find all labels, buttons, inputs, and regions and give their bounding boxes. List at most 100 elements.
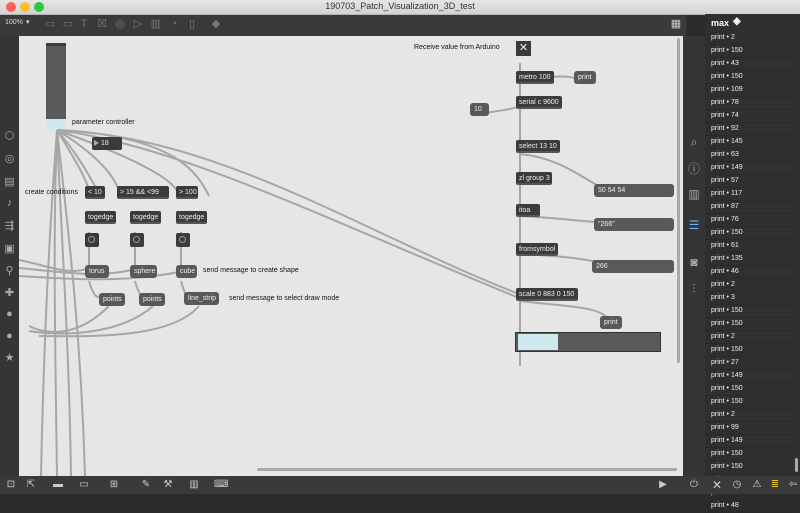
right-sidebar: ⌕ ⓘ ▥ ☰ ◙ ⫶ [683, 36, 705, 476]
condition-less-than[interactable]: < 10 [85, 186, 105, 199]
power-icon[interactable]: ⏻ [688, 479, 700, 491]
itoa-object[interactable]: itoa [516, 204, 540, 217]
grid-icon[interactable]: ▦ [670, 18, 682, 30]
output-slider[interactable] [515, 332, 661, 352]
console-row: print • 109 [705, 84, 793, 97]
cube-icon[interactable]: ⬡ [3, 130, 16, 143]
zoom-dropdown-icon[interactable]: ▾ [26, 18, 30, 26]
console-row: print • 149 [705, 370, 793, 383]
info-icon[interactable]: ⓘ [687, 162, 701, 176]
slider-icon[interactable]: ▥ [150, 18, 162, 30]
togedge-3[interactable]: togedge [176, 211, 207, 224]
toggle-icon[interactable]: ☒ [96, 18, 108, 30]
lock-icon[interactable]: ⊡ [5, 479, 17, 491]
torus-message[interactable]: torus [85, 265, 109, 278]
wrench-icon[interactable]: ⚒ [162, 479, 174, 491]
console-scrollbar[interactable] [795, 458, 798, 472]
target-icon[interactable]: ◎ [3, 153, 16, 166]
print-object-2[interactable]: print [600, 316, 622, 329]
sphere-message[interactable]: sphere [130, 265, 157, 278]
presentation-icon[interactable]: ⇱ [25, 479, 37, 491]
branch-icon[interactable]: ⇶ [3, 220, 16, 233]
condition-greater-than[interactable]: > 100 [176, 186, 198, 199]
condition-range[interactable]: > 15 && <99 [117, 186, 169, 199]
button-icon[interactable]: ◎ [114, 18, 126, 30]
points-message-2[interactable]: points [139, 293, 165, 306]
select-object[interactable]: select 13 10 [516, 140, 560, 153]
print-object-1[interactable]: print [574, 71, 596, 84]
console-row: print • 27 [705, 357, 793, 370]
horizontal-scrollbar[interactable] [257, 468, 677, 471]
camera-icon[interactable]: ◙ [687, 255, 701, 269]
back-arrow-icon[interactable]: ⇦ [787, 479, 799, 491]
clear-icon[interactable]: ✕ [711, 479, 723, 491]
message-value[interactable]: 266 [592, 260, 674, 273]
film-icon[interactable]: ▤ [3, 176, 16, 189]
windows-icon[interactable]: ▭ [78, 479, 90, 491]
serial-object[interactable]: serial c 9600 [516, 96, 562, 109]
console-target-icon[interactable]: ◈ [733, 16, 741, 27]
console-row: print • 48 [705, 500, 793, 513]
number-box[interactable]: 18 [92, 137, 122, 150]
paint-icon[interactable]: ◆ [210, 18, 222, 30]
console-row: print • 87 [705, 201, 793, 214]
togedge-1[interactable]: togedge [85, 211, 116, 224]
togedge-2[interactable]: togedge [130, 211, 161, 224]
console-list-icon[interactable]: ☰ [687, 218, 701, 232]
transport-play-icon[interactable]: ▶ [657, 479, 669, 491]
zoom-level[interactable]: 100% [5, 19, 23, 26]
warning-icon[interactable]: ⚠ [751, 479, 763, 491]
points-message-1[interactable]: points [99, 293, 125, 306]
message-list[interactable]: 50 54 54 [594, 184, 674, 197]
circle-icon[interactable]: ● [3, 308, 16, 321]
console-row: print • 150 [705, 396, 793, 409]
line-strip-message[interactable]: line_strip [184, 292, 219, 305]
console-row: print • 3 [705, 292, 793, 305]
bang-button-2[interactable] [130, 233, 144, 247]
book-icon[interactable]: ▥ [687, 187, 701, 201]
vertical-scrollbar[interactable] [677, 38, 680, 363]
clock-icon[interactable]: ◷ [731, 479, 743, 491]
message-icon[interactable]: ▭ [62, 18, 74, 30]
image-icon[interactable]: ▣ [3, 243, 16, 256]
parameter-controller-comment: parameter controller [72, 119, 135, 126]
debug-icon[interactable]: ✎ [140, 479, 152, 491]
grid-snap-icon[interactable]: ⊞ [108, 479, 120, 491]
parameter-slider[interactable] [46, 43, 66, 129]
console-row: print • 150 [705, 305, 793, 318]
conditions-comment: create conditions [25, 189, 78, 196]
scale-object[interactable]: scale 0 883 0 150 [516, 288, 578, 301]
metro-object[interactable]: metro 100 [516, 71, 554, 84]
cube-message[interactable]: cube [176, 265, 197, 278]
search-icon[interactable]: ⌕ [687, 135, 701, 149]
message-string[interactable]: "266" [594, 218, 674, 231]
bang-button-3[interactable] [176, 233, 190, 247]
star-icon[interactable]: ★ [3, 352, 16, 365]
chat-icon[interactable]: ▬ [52, 479, 64, 491]
fromsymbol-object[interactable]: fromsymbol [516, 243, 558, 256]
number-icon[interactable]: ▯ [186, 18, 198, 30]
dial-icon[interactable]: ◔ [168, 18, 180, 30]
console-row: print • 92 [705, 123, 793, 136]
zl-group-object[interactable]: zl group 3 [516, 172, 552, 185]
level-icon[interactable]: ≣ [769, 479, 781, 491]
console-row: print • 150 [705, 45, 793, 58]
circle-b-icon[interactable]: ● [3, 330, 16, 343]
piano-icon[interactable]: ▥ [188, 479, 200, 491]
object-icon[interactable]: ▭ [44, 18, 56, 30]
title-bar: 190703_Patch_Visualization_3D_test [0, 0, 800, 15]
patcher-toolbar: 100% ▾ ▭ ▭ T ☒ ◎ ▷ ▥ ◔ ▯ ◆ ▦ [0, 15, 686, 36]
music-note-icon[interactable]: ♪ [3, 197, 16, 210]
plugin-icon[interactable]: ✚ [3, 287, 16, 300]
message-ten[interactable]: 10 [470, 103, 489, 116]
keyboard-icon[interactable]: ⌨ [214, 479, 228, 491]
mixer-icon[interactable]: ⫶ [687, 282, 701, 296]
console-title: max [711, 18, 730, 28]
console-list[interactable]: print • 2 print • 150 print • 43 print • 15… [705, 32, 793, 513]
link-icon[interactable]: ⚲ [3, 265, 16, 278]
play-icon[interactable]: ▷ [132, 18, 144, 30]
close-toggle-icon[interactable]: ✕ [516, 41, 531, 56]
comment-icon[interactable]: T [78, 18, 90, 30]
bang-button-1[interactable] [85, 233, 99, 247]
patch-canvas[interactable]: parameter controller Receive value from … [19, 36, 683, 476]
